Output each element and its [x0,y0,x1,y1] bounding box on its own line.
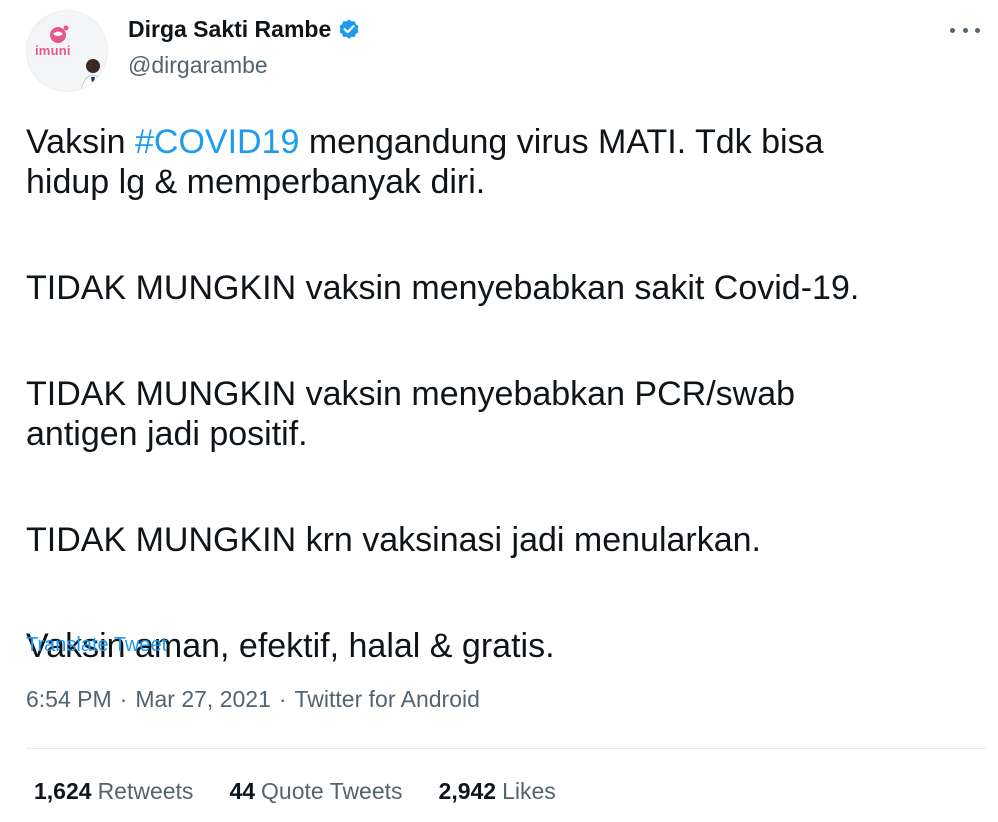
tweet-line: TIDAK MUNGKIN vaksin menyebabkan PCR/swa… [26,375,796,413]
more-dot [975,27,980,33]
tweet-date[interactable]: Mar 27, 2021 [135,686,271,712]
avatar-logo-text: imuni [35,43,71,58]
meta-separator: · [278,686,287,712]
tweet-line: Vaksin aman, efektif, halal & gratis. [26,627,555,665]
meta-separator: · [119,686,128,712]
avatar[interactable]: imuni [26,10,108,92]
quote-tweets-label: Quote Tweets [261,778,403,804]
tweet-text: Vaksin #COVID19 mengandung virus MATI. T… [26,122,976,666]
retweets-count: 1,624 [34,778,92,804]
verified-badge-icon [339,19,359,39]
author-display-name[interactable]: Dirga Sakti Rambe [128,16,331,43]
tweet-line: TIDAK MUNGKIN vaksin menyebabkan sakit C… [26,269,860,307]
imuni-logo-icon [50,25,69,43]
quote-tweets-count: 44 [229,778,256,804]
retweets-stat[interactable]: 1,624 Retweets [34,778,193,805]
more-dot [962,27,968,33]
tweet-source[interactable]: Twitter for Android [295,686,480,712]
tweet-line: Vaksin #COVID19 mengandung virus MATI. T… [26,122,976,162]
tweet-time[interactable]: 6:54 PM [26,686,112,712]
tweet-meta: 6:54 PM · Mar 27, 2021 · Twitter for Android [26,686,480,713]
more-options-icon[interactable] [950,20,980,40]
translate-tweet-link[interactable]: Translate Tweet [26,634,167,657]
retweets-label: Retweets [97,778,194,804]
person-icon [80,59,106,91]
tweet-text-segment: Vaksin [26,123,135,161]
tweet-card: imuni Dirga Sakti Rambe @dirgarambe Vaks… [0,0,998,822]
likes-count: 2,942 [438,778,497,804]
tweet-stats: 1,624 Retweets 44 Quote Tweets 2,942 Likes [34,778,592,805]
likes-stat[interactable]: 2,942 Likes [439,778,556,805]
tweet-line: TIDAK MUNGKIN krn vaksinasi jadi menular… [26,521,762,559]
author-name-row[interactable]: Dirga Sakti Rambe [128,16,361,43]
quote-tweets-stat[interactable]: 44 Quote Tweets [229,778,402,805]
likes-label: Likes [502,778,556,804]
author-handle[interactable]: @dirgarambe [128,52,268,79]
hashtag-link[interactable]: #COVID19 [135,123,299,161]
divider [26,748,986,749]
tweet-text-segment: mengandung virus MATI. Tdk bisa [299,123,824,161]
tweet-line: hidup lg & memperbanyak diri. [26,163,486,201]
tweet-line: antigen jadi positif. [26,415,308,453]
more-dot [950,27,955,33]
